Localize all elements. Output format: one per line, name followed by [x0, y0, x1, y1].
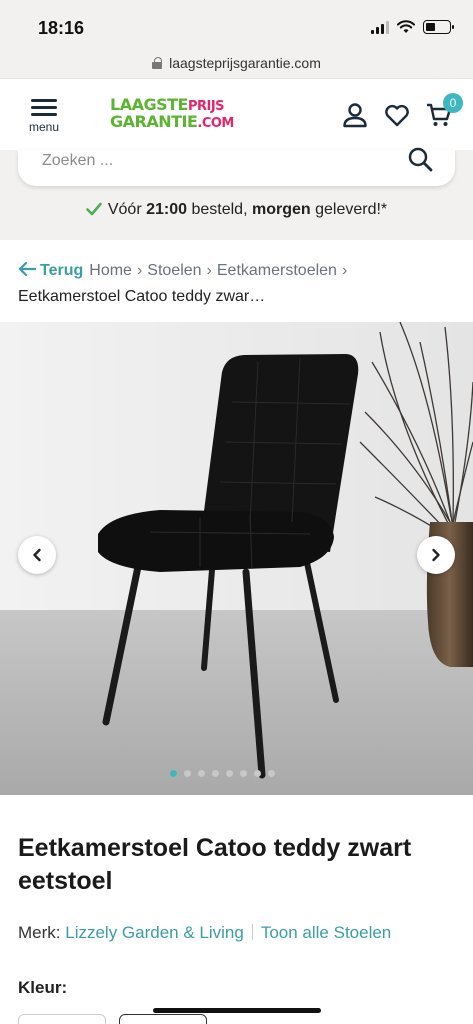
- site-header: menu LAAGSTEPRIJS GARANTIE.COM 0: [0, 78, 473, 150]
- status-icons: [371, 20, 454, 34]
- brand-line: Merk: Lizzely Garden & Living Toon alle S…: [18, 923, 391, 943]
- product-photo: [0, 322, 473, 795]
- gallery-next-button[interactable]: [417, 536, 455, 574]
- url-bar[interactable]: laagsteprijsgarantie.com: [0, 48, 473, 78]
- breadcrumb-current: Eetkamerstoel Catoo teddy zwar…: [18, 288, 266, 305]
- hamburger-icon: [31, 99, 57, 116]
- chevron-right-icon: [432, 548, 440, 562]
- search-placeholder: Zoeken ...: [42, 152, 114, 169]
- product-title: Eetkamerstoel Catoo teddy zwart eetstoel: [18, 834, 412, 895]
- delivery-notice: Vóór 21:00 besteld, morgen geleverd!*: [0, 201, 473, 219]
- user-icon[interactable]: [341, 101, 369, 129]
- back-link[interactable]: Terug: [18, 261, 83, 279]
- gallery-dot[interactable]: [170, 770, 177, 777]
- breadcrumb-stoelen[interactable]: Stoelen: [147, 262, 201, 279]
- check-icon: [86, 202, 102, 216]
- gallery-dot[interactable]: [198, 770, 205, 777]
- status-time: 18:16: [38, 18, 85, 38]
- wifi-icon: [397, 20, 415, 33]
- breadcrumb-home[interactable]: Home: [89, 262, 132, 279]
- chevron-right-icon: ›: [136, 262, 143, 279]
- divider: [251, 924, 253, 940]
- gallery-dot[interactable]: [240, 770, 247, 777]
- chevron-right-icon: ›: [341, 262, 348, 279]
- color-swatch-selected[interactable]: [119, 1014, 207, 1024]
- heart-icon[interactable]: [383, 101, 411, 129]
- product-gallery[interactable]: [0, 322, 473, 795]
- header-icons: 0: [341, 93, 463, 129]
- arrow-left-icon: [18, 261, 36, 277]
- menu-label: menu: [28, 120, 60, 134]
- status-bar: 18:16: [0, 0, 473, 48]
- color-swatch[interactable]: [18, 1014, 106, 1024]
- breadcrumb-eetkamerstoelen[interactable]: Eetkamerstoelen: [217, 262, 337, 279]
- color-label: Kleur:: [18, 978, 68, 997]
- menu-button[interactable]: menu: [22, 99, 66, 134]
- gallery-dot[interactable]: [254, 770, 261, 777]
- chevron-left-icon: [33, 548, 41, 562]
- gallery-dot[interactable]: [268, 770, 275, 777]
- gallery-dot[interactable]: [226, 770, 233, 777]
- show-all-link[interactable]: Toon alle Stoelen: [261, 923, 391, 942]
- brand-link[interactable]: Lizzely Garden & Living: [65, 923, 244, 942]
- gallery-prev-button[interactable]: [18, 536, 56, 574]
- url-text: laagsteprijsgarantie.com: [169, 55, 321, 71]
- search-icon[interactable]: [407, 146, 433, 172]
- gallery-dot[interactable]: [212, 770, 219, 777]
- site-logo[interactable]: LAAGSTEPRIJS GARANTIE.COM: [110, 97, 234, 132]
- home-indicator: [153, 1008, 321, 1013]
- lock-icon: [152, 57, 163, 69]
- battery-icon: [423, 20, 454, 34]
- search-area: Zoeken ... Vóór 21:00 besteld, morgen ge…: [0, 147, 473, 240]
- signal-icon: [371, 20, 389, 34]
- breadcrumb: Terug Home › Stoelen › Eetkamerstoelen › Eetkam…: [18, 258, 458, 310]
- search-input[interactable]: Zoeken ...: [18, 147, 455, 186]
- gallery-dot[interactable]: [184, 770, 191, 777]
- gallery-dots: [170, 770, 275, 777]
- chevron-right-icon: ›: [206, 262, 212, 279]
- cart-button[interactable]: 0: [425, 93, 463, 129]
- cart-count-badge: 0: [443, 93, 463, 113]
- brand-label: Merk:: [18, 923, 61, 942]
